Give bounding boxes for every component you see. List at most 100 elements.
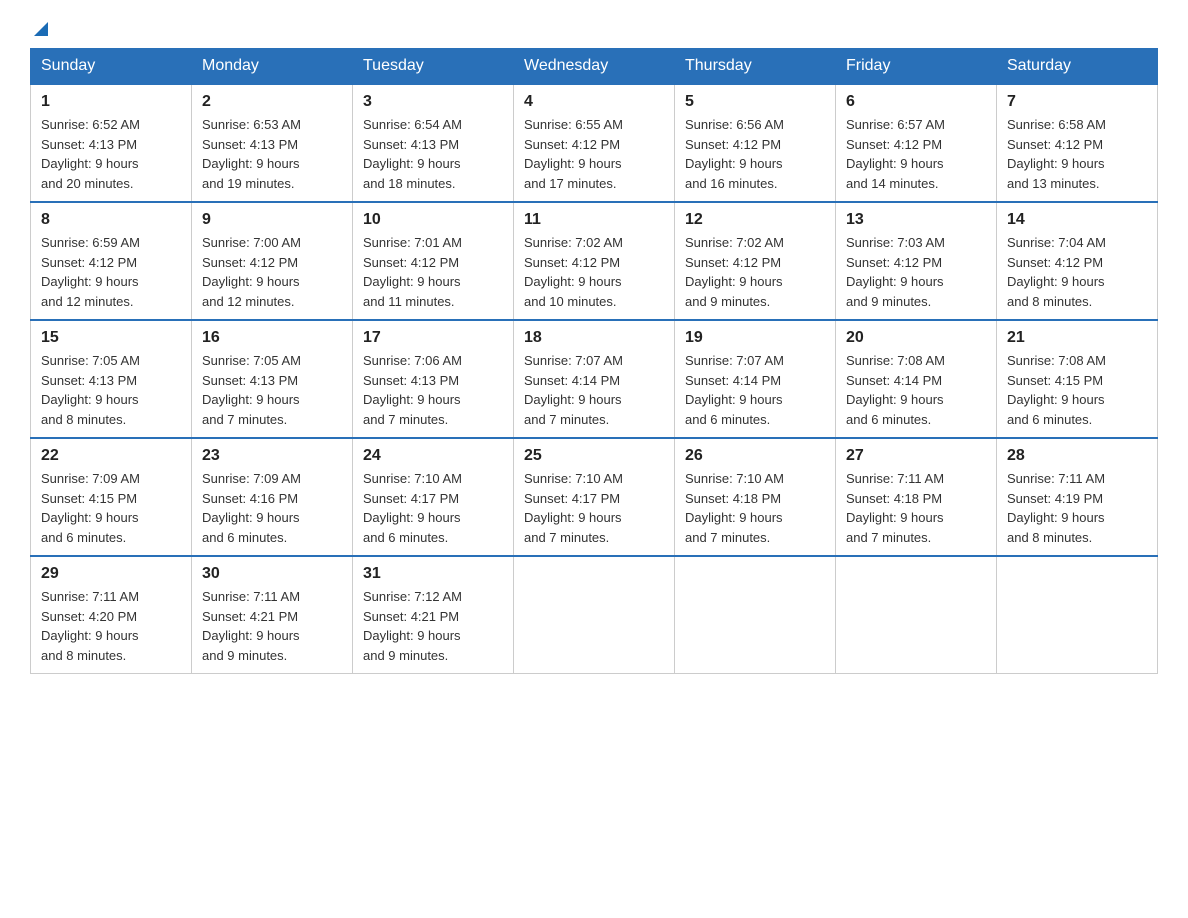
daylight-minutes: and 11 minutes. (363, 294, 455, 309)
sunrise-label: Sunrise: 7:10 AM (363, 471, 462, 486)
day-cell-31: 31 Sunrise: 7:12 AM Sunset: 4:21 PM Dayl… (353, 556, 514, 674)
sunrise-label: Sunrise: 7:10 AM (524, 471, 623, 486)
sunset-label: Sunset: 4:17 PM (363, 491, 459, 506)
sunrise-label: Sunrise: 6:52 AM (41, 117, 140, 132)
day-number: 24 (363, 447, 503, 465)
weekday-header-sunday: Sunday (31, 49, 192, 85)
weekday-header-wednesday: Wednesday (514, 49, 675, 85)
daylight-label: Daylight: 9 hours (202, 274, 300, 289)
empty-cell-4-5 (836, 556, 997, 674)
sunset-label: Sunset: 4:19 PM (1007, 491, 1103, 506)
day-cell-21: 21 Sunrise: 7:08 AM Sunset: 4:15 PM Dayl… (997, 320, 1158, 438)
sunrise-label: Sunrise: 7:11 AM (1007, 471, 1105, 486)
daylight-label: Daylight: 9 hours (41, 156, 139, 171)
empty-cell-4-6 (997, 556, 1158, 674)
day-number: 4 (524, 93, 664, 111)
day-cell-25: 25 Sunrise: 7:10 AM Sunset: 4:17 PM Dayl… (514, 438, 675, 556)
sunset-label: Sunset: 4:12 PM (524, 255, 620, 270)
daylight-minutes: and 8 minutes. (41, 412, 126, 427)
day-cell-15: 15 Sunrise: 7:05 AM Sunset: 4:13 PM Dayl… (31, 320, 192, 438)
day-info: Sunrise: 7:06 AM Sunset: 4:13 PM Dayligh… (363, 351, 503, 429)
sunset-label: Sunset: 4:13 PM (202, 373, 298, 388)
sunrise-label: Sunrise: 6:54 AM (363, 117, 462, 132)
daylight-minutes: and 20 minutes. (41, 176, 134, 191)
sunrise-label: Sunrise: 7:03 AM (846, 235, 945, 250)
daylight-label: Daylight: 9 hours (1007, 392, 1105, 407)
day-info: Sunrise: 7:02 AM Sunset: 4:12 PM Dayligh… (685, 233, 825, 311)
sunrise-label: Sunrise: 7:00 AM (202, 235, 301, 250)
day-number: 28 (1007, 447, 1147, 465)
day-cell-23: 23 Sunrise: 7:09 AM Sunset: 4:16 PM Dayl… (192, 438, 353, 556)
day-number: 21 (1007, 329, 1147, 347)
sunset-label: Sunset: 4:12 PM (202, 255, 298, 270)
day-number: 14 (1007, 211, 1147, 229)
daylight-label: Daylight: 9 hours (685, 274, 783, 289)
day-cell-28: 28 Sunrise: 7:11 AM Sunset: 4:19 PM Dayl… (997, 438, 1158, 556)
daylight-minutes: and 9 minutes. (202, 648, 287, 663)
sunrise-label: Sunrise: 6:59 AM (41, 235, 140, 250)
day-number: 18 (524, 329, 664, 347)
daylight-label: Daylight: 9 hours (846, 510, 944, 525)
sunset-label: Sunset: 4:12 PM (685, 137, 781, 152)
day-cell-6: 6 Sunrise: 6:57 AM Sunset: 4:12 PM Dayli… (836, 84, 997, 202)
daylight-minutes: and 8 minutes. (41, 648, 126, 663)
daylight-minutes: and 7 minutes. (685, 530, 770, 545)
day-cell-11: 11 Sunrise: 7:02 AM Sunset: 4:12 PM Dayl… (514, 202, 675, 320)
day-cell-12: 12 Sunrise: 7:02 AM Sunset: 4:12 PM Dayl… (675, 202, 836, 320)
sunset-label: Sunset: 4:18 PM (846, 491, 942, 506)
week-row-3: 15 Sunrise: 7:05 AM Sunset: 4:13 PM Dayl… (31, 320, 1158, 438)
day-number: 23 (202, 447, 342, 465)
day-info: Sunrise: 7:10 AM Sunset: 4:18 PM Dayligh… (685, 469, 825, 547)
daylight-label: Daylight: 9 hours (202, 628, 300, 643)
sunrise-label: Sunrise: 7:09 AM (202, 471, 301, 486)
day-cell-8: 8 Sunrise: 6:59 AM Sunset: 4:12 PM Dayli… (31, 202, 192, 320)
daylight-minutes: and 6 minutes. (1007, 412, 1092, 427)
daylight-label: Daylight: 9 hours (41, 274, 139, 289)
calendar-table: SundayMondayTuesdayWednesdayThursdayFrid… (30, 48, 1158, 674)
daylight-label: Daylight: 9 hours (363, 274, 461, 289)
sunrise-label: Sunrise: 6:57 AM (846, 117, 945, 132)
daylight-minutes: and 16 minutes. (685, 176, 778, 191)
daylight-minutes: and 18 minutes. (363, 176, 456, 191)
daylight-label: Daylight: 9 hours (524, 156, 622, 171)
day-cell-18: 18 Sunrise: 7:07 AM Sunset: 4:14 PM Dayl… (514, 320, 675, 438)
day-info: Sunrise: 7:01 AM Sunset: 4:12 PM Dayligh… (363, 233, 503, 311)
day-cell-1: 1 Sunrise: 6:52 AM Sunset: 4:13 PM Dayli… (31, 84, 192, 202)
day-info: Sunrise: 7:07 AM Sunset: 4:14 PM Dayligh… (524, 351, 664, 429)
daylight-label: Daylight: 9 hours (685, 510, 783, 525)
weekday-header-monday: Monday (192, 49, 353, 85)
daylight-minutes: and 8 minutes. (1007, 294, 1092, 309)
day-number: 16 (202, 329, 342, 347)
weekday-header-saturday: Saturday (997, 49, 1158, 85)
day-number: 6 (846, 93, 986, 111)
logo-triangle-icon (32, 20, 50, 38)
day-cell-26: 26 Sunrise: 7:10 AM Sunset: 4:18 PM Dayl… (675, 438, 836, 556)
sunrise-label: Sunrise: 7:07 AM (524, 353, 623, 368)
daylight-minutes: and 6 minutes. (41, 530, 126, 545)
day-cell-22: 22 Sunrise: 7:09 AM Sunset: 4:15 PM Dayl… (31, 438, 192, 556)
day-number: 11 (524, 211, 664, 229)
daylight-label: Daylight: 9 hours (524, 510, 622, 525)
day-info: Sunrise: 6:55 AM Sunset: 4:12 PM Dayligh… (524, 115, 664, 193)
day-number: 15 (41, 329, 181, 347)
sunrise-label: Sunrise: 6:58 AM (1007, 117, 1106, 132)
day-info: Sunrise: 6:54 AM Sunset: 4:13 PM Dayligh… (363, 115, 503, 193)
day-info: Sunrise: 7:05 AM Sunset: 4:13 PM Dayligh… (41, 351, 181, 429)
day-number: 7 (1007, 93, 1147, 111)
weekday-header-friday: Friday (836, 49, 997, 85)
day-cell-13: 13 Sunrise: 7:03 AM Sunset: 4:12 PM Dayl… (836, 202, 997, 320)
sunset-label: Sunset: 4:20 PM (41, 609, 137, 624)
day-number: 12 (685, 211, 825, 229)
daylight-minutes: and 10 minutes. (524, 294, 617, 309)
sunrise-label: Sunrise: 7:07 AM (685, 353, 784, 368)
sunset-label: Sunset: 4:12 PM (41, 255, 137, 270)
week-row-2: 8 Sunrise: 6:59 AM Sunset: 4:12 PM Dayli… (31, 202, 1158, 320)
day-number: 8 (41, 211, 181, 229)
sunrise-label: Sunrise: 6:53 AM (202, 117, 301, 132)
weekday-header-thursday: Thursday (675, 49, 836, 85)
daylight-minutes: and 17 minutes. (524, 176, 617, 191)
day-cell-19: 19 Sunrise: 7:07 AM Sunset: 4:14 PM Dayl… (675, 320, 836, 438)
sunset-label: Sunset: 4:15 PM (1007, 373, 1103, 388)
daylight-minutes: and 7 minutes. (524, 530, 609, 545)
day-info: Sunrise: 7:10 AM Sunset: 4:17 PM Dayligh… (363, 469, 503, 547)
